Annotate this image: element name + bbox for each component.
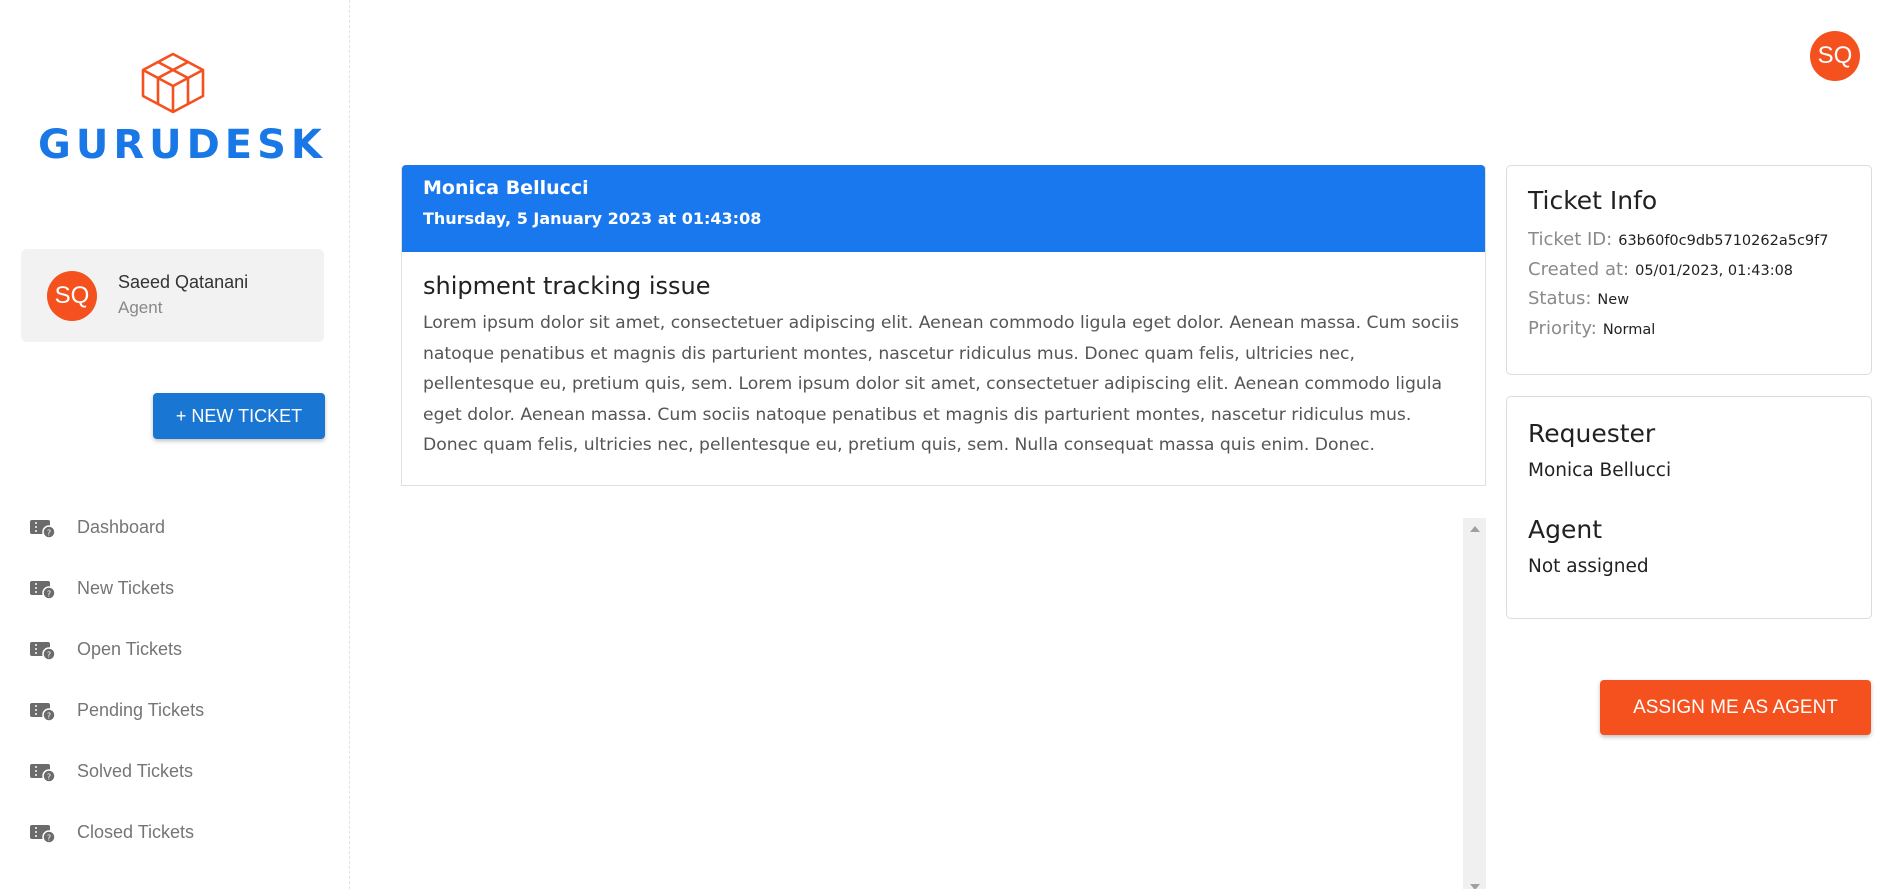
priority-label: Priority: <box>1528 317 1597 339</box>
ticket-icon: ? <box>30 519 56 539</box>
requester-card: Requester Monica Bellucci Agent Not assi… <box>1506 396 1872 619</box>
created-at-row: Created at: 05/01/2023, 01:43:08 <box>1528 259 1850 289</box>
status-label: Status: <box>1528 288 1592 309</box>
ticket-icon: ? <box>30 641 56 661</box>
header-avatar[interactable]: SQ <box>1810 31 1860 81</box>
sidebar-item-label: New Tickets <box>77 578 175 598</box>
sidebar-item-pending-tickets[interactable]: ? Pending Tickets <box>0 680 340 741</box>
sidebar-item-dashboard[interactable]: ? Dashboard <box>0 497 340 558</box>
requester-title: Requester <box>1528 419 1656 448</box>
brand-logo[interactable]: GURUDESK <box>38 52 327 172</box>
sidebar-nav: ? Dashboard ? New Tickets ? Open Tickets… <box>0 497 340 863</box>
ticket-icon: ? <box>30 702 56 722</box>
scroll-up-icon[interactable] <box>1470 526 1480 532</box>
sidebar-item-label: Dashboard <box>77 517 166 537</box>
svg-text:?: ? <box>47 772 51 781</box>
user-name: Saeed Qatanani <box>118 272 249 292</box>
cube-icon <box>141 52 205 114</box>
svg-text:?: ? <box>47 589 51 598</box>
priority-value: Normal <box>1602 321 1656 338</box>
ticket-icon: ? <box>30 824 56 844</box>
sidebar-item-closed-tickets[interactable]: ? Closed Tickets <box>0 802 340 863</box>
status-value: New <box>1597 292 1630 308</box>
svg-text:?: ? <box>47 528 51 537</box>
sidebar-item-solved-tickets[interactable]: ? Solved Tickets <box>0 741 340 802</box>
avatar: SQ <box>47 271 97 321</box>
status-row: Status: New <box>1528 288 1850 318</box>
ticket-id-row: Ticket ID: 63b60f0c9db5710262a5c9f7 <box>1528 229 1850 259</box>
sidebar-item-new-tickets[interactable]: ? New Tickets <box>0 558 340 619</box>
svg-text:?: ? <box>47 711 51 720</box>
ticket-body: shipment tracking issue Lorem ipsum dolo… <box>402 252 1485 461</box>
ticket-info-title: Ticket Info <box>1528 186 1658 215</box>
created-at-value: 05/01/2023, 01:43:08 <box>1635 262 1794 279</box>
ticket-message: Monica Bellucci Thursday, 5 January 2023… <box>401 165 1486 486</box>
brand-name: GURUDESK <box>38 122 327 168</box>
ticket-info-card: Ticket Info Ticket ID: 63b60f0c9db571026… <box>1506 165 1872 375</box>
agent-value: Not assigned <box>1528 556 1649 577</box>
user-role: Agent <box>118 298 163 317</box>
scroll-down-icon[interactable] <box>1470 884 1480 889</box>
ticket-id-value: 63b60f0c9db5710262a5c9f7 <box>1618 233 1829 249</box>
ticket-author: Monica Bellucci <box>423 177 589 199</box>
sidebar-item-label: Solved Tickets <box>77 761 194 781</box>
new-ticket-button[interactable]: + NEW TICKET <box>153 393 325 439</box>
svg-text:?: ? <box>47 833 51 842</box>
sidebar-item-open-tickets[interactable]: ? Open Tickets <box>0 619 340 680</box>
ticket-date: Thursday, 5 January 2023 at 01:43:08 <box>423 209 762 228</box>
ticket-header: Monica Bellucci Thursday, 5 January 2023… <box>402 165 1485 252</box>
agent-title: Agent <box>1528 515 1602 544</box>
created-at-label: Created at: <box>1528 258 1630 280</box>
sidebar: GURUDESK SQ Saeed Qatanani Agent + NEW T… <box>0 0 350 889</box>
priority-row: Priority: Normal <box>1528 318 1850 348</box>
sidebar-item-label: Open Tickets <box>77 639 183 659</box>
ticket-subject: shipment tracking issue <box>423 272 711 300</box>
sidebar-item-label: Closed Tickets <box>77 822 195 842</box>
ticket-icon: ? <box>30 763 56 783</box>
sidebar-item-label: Pending Tickets <box>77 700 205 720</box>
ticket-id-label: Ticket ID: <box>1528 229 1613 250</box>
ticket-icon: ? <box>30 580 56 600</box>
ticket-message-text: Lorem ipsum dolor sit amet, consectetuer… <box>423 313 1460 455</box>
scrollbar[interactable] <box>1463 518 1486 889</box>
user-card: SQ Saeed Qatanani Agent <box>21 249 324 342</box>
svg-text:?: ? <box>47 650 51 659</box>
assign-me-button[interactable]: ASSIGN ME AS AGENT <box>1600 680 1871 735</box>
requester-name: Monica Bellucci <box>1528 460 1672 481</box>
